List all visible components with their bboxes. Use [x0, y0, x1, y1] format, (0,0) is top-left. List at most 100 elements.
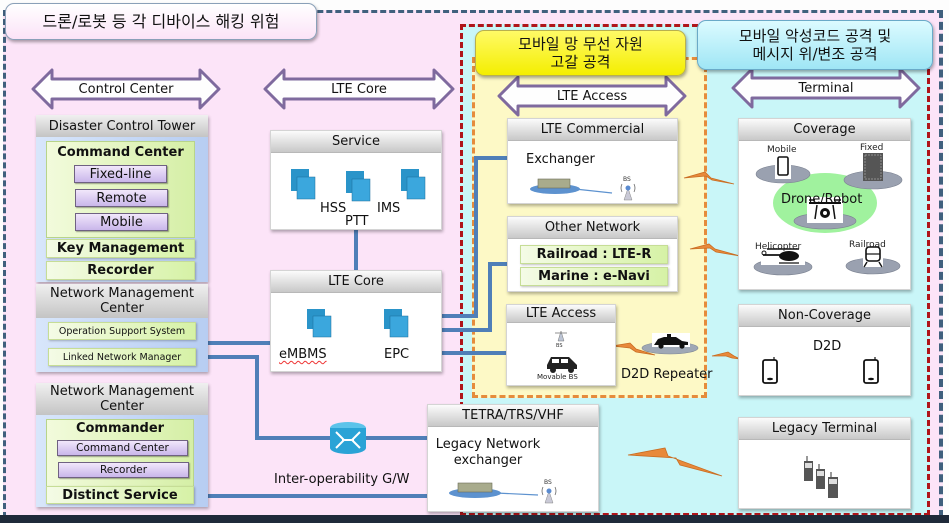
- d2d-phones: [762, 357, 879, 384]
- walkie-talkie-icon: [828, 472, 838, 498]
- network-management-center-panel-1: Network Management Center Operation Supp…: [36, 284, 208, 372]
- title-line-2: Center: [100, 301, 144, 316]
- walkie-talkie-icon: [816, 464, 825, 489]
- diagram-canvas: 드론/로봇 등 각 디바이스 해킹 위험 모바일 망 무선 자원 고갈 공격 모…: [0, 0, 949, 523]
- lightning-icon: [627, 447, 723, 477]
- malicious-code-callout: 모바일 악성코드 공격 및 메시지 위/변조 공격: [697, 20, 933, 70]
- exchanger-label: Exchanger: [526, 152, 595, 167]
- lte-access-panel: LTE Access BS Movable BS: [506, 304, 616, 386]
- movable-bs-icon: BS: [547, 330, 577, 373]
- base-station-icon: [555, 330, 567, 342]
- recorder-button[interactable]: Recorder: [58, 462, 189, 478]
- server-icon: [401, 169, 426, 200]
- legacy-terminal-panel: Legacy Terminal: [738, 417, 911, 509]
- base-station-icon: [541, 486, 557, 504]
- radio-resource-line1: 모바일 망 무선 자원: [518, 35, 643, 53]
- building-icon: [863, 153, 883, 181]
- command-center-block: Command Center Fixed-line Remote Mobile: [46, 141, 195, 238]
- embms-label: eMBMS: [279, 347, 327, 362]
- coverage-illustration: [753, 153, 903, 276]
- mobile-button[interactable]: Mobile: [75, 213, 168, 231]
- lte-access-title: LTE Access: [507, 305, 615, 323]
- recorder-bar[interactable]: Recorder: [46, 261, 195, 280]
- other-network-panel: Other Network Railroad : LTE-R Marine : …: [507, 216, 678, 292]
- radio-resource-callout: 모바일 망 무선 자원 고갈 공격: [475, 30, 686, 76]
- non-coverage-title: Non-Coverage: [739, 305, 910, 327]
- gateway-label: Inter-operability G/W: [274, 472, 410, 487]
- network-management-center-title-2: Network Management Center: [36, 383, 208, 415]
- arrow-label-lte-access: LTE Access: [556, 88, 628, 104]
- ims-label: IMS: [377, 201, 401, 216]
- coverage-title: Coverage: [739, 119, 910, 141]
- non-coverage-panel: Non-Coverage D2D: [738, 304, 911, 396]
- base-station-icon: [620, 183, 636, 201]
- arrow-label-lte-core: LTE Core: [331, 81, 387, 97]
- lightning-icon: [711, 351, 741, 360]
- bs-label: BS: [544, 479, 552, 486]
- d2d-repeater-label: D2D Repeater: [621, 367, 713, 382]
- movable-bs-label: Movable BS: [537, 373, 578, 381]
- commander-label: Commander: [75, 421, 165, 436]
- tetra-title: TETRA/TRS/VHF: [428, 405, 598, 427]
- key-management-bar[interactable]: Key Management: [46, 239, 195, 258]
- title-line-2: Center: [100, 399, 144, 414]
- server-icon: [291, 169, 316, 200]
- title-line-1: Network Management: [49, 384, 195, 399]
- server-icon: [307, 309, 332, 338]
- mobile-label: Mobile: [767, 145, 797, 155]
- server-icon: [346, 171, 371, 202]
- lightning-icon: [689, 243, 741, 257]
- distinct-service-bar[interactable]: Distinct Service: [46, 486, 194, 504]
- command-center-button[interactable]: Command Center: [57, 440, 188, 456]
- disaster-control-tower-title: Disaster Control Tower: [36, 115, 208, 137]
- gateway-router-icon[interactable]: [328, 420, 368, 456]
- ptt-label: PTT: [345, 214, 369, 229]
- malicious-code-line2: 메시지 위/변조 공격: [752, 45, 878, 63]
- bottom-border: [0, 515, 949, 523]
- arrow-label-control-center: Control Center: [78, 81, 174, 97]
- lte-commercial-title: LTE Commercial: [508, 119, 677, 141]
- railroad-label: Railroad: [849, 240, 886, 250]
- core-server-icons: [307, 309, 409, 338]
- device-hacking-text: 드론/로봇 등 각 디바이스 해킹 위험: [42, 11, 280, 31]
- label-line-1: Legacy Network: [435, 437, 541, 452]
- connector-epc-commercial: [442, 156, 508, 318]
- bs-label: BS: [556, 343, 563, 349]
- lte-core-title: LTE Core: [271, 271, 441, 293]
- vehicle-icon: [547, 357, 577, 373]
- d2d-label: D2D: [813, 339, 842, 354]
- arrow-label-terminal: Terminal: [798, 80, 854, 96]
- commander-block: Commander Command Center Recorder: [46, 419, 194, 493]
- marine-e-navi-bar[interactable]: Marine : e-Navi: [520, 267, 668, 286]
- mobile-phone-icon: [863, 357, 879, 384]
- legacy-network-exchanger-label: Legacy Network exchanger: [428, 437, 548, 469]
- network-management-center-panel-2: Network Management Center Commander Comm…: [36, 383, 208, 507]
- helicopter-label: Helicopter: [755, 242, 802, 252]
- linked-network-manager-bar[interactable]: Linked Network Manager: [48, 348, 196, 366]
- fixed-line-button[interactable]: Fixed-line: [74, 165, 167, 183]
- drone-robot-label: Drone/Robot: [781, 192, 863, 207]
- mobile-phone-icon: [775, 155, 791, 179]
- malicious-code-line1: 모바일 악성코드 공격 및: [738, 27, 892, 45]
- legacy-exchanger-bs-icon: BS: [449, 479, 557, 504]
- service-panel: Service HSS IMS PTT: [270, 130, 442, 230]
- walkie-talkie-icons: [804, 456, 838, 498]
- tetra-panel: TETRA/TRS/VHF Legacy Network exchanger B…: [427, 404, 599, 512]
- bs-label: BS: [623, 176, 631, 183]
- exchanger-bs-icon: BS: [530, 176, 636, 201]
- disaster-control-tower-panel: Disaster Control Tower Command Center Fi…: [36, 115, 208, 282]
- server-icon: [384, 309, 409, 338]
- radio-resource-line2: 고갈 공격: [550, 53, 611, 71]
- walkie-talkie-icon: [804, 456, 813, 481]
- d2d-repeater-car-icon: [641, 333, 699, 355]
- hss-label: HSS: [320, 201, 347, 216]
- lte-core-panel: LTE Core eMBMS EPC: [270, 270, 442, 372]
- server-icons: [291, 169, 426, 202]
- epc-label: EPC: [384, 347, 410, 362]
- operation-support-system-bar[interactable]: Operation Support System: [48, 322, 196, 340]
- legacy-terminal-title: Legacy Terminal: [739, 418, 910, 440]
- railroad-lte-r-bar[interactable]: Railroad : LTE-R: [520, 245, 668, 264]
- lte-commercial-panel: LTE Commercial Exchanger BS: [507, 118, 678, 204]
- remote-button[interactable]: Remote: [75, 189, 168, 207]
- fixed-label: Fixed: [860, 143, 884, 153]
